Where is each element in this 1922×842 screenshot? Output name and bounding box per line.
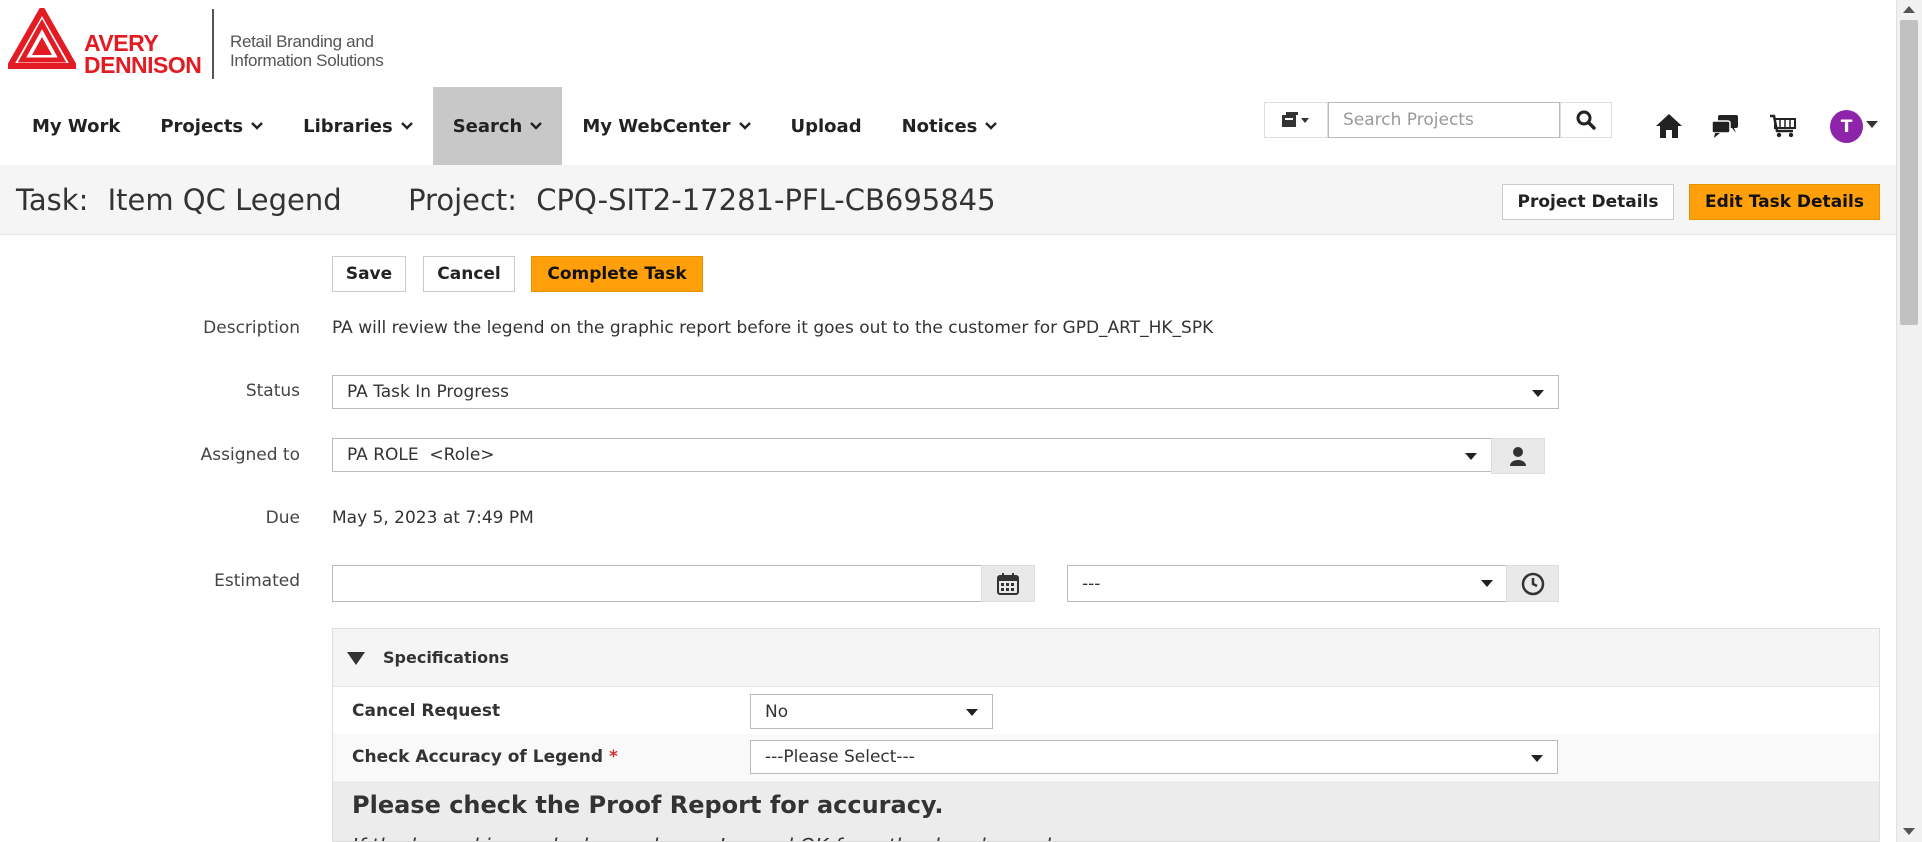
chat-icon [1711,115,1738,138]
nav-projects[interactable]: Projects [140,87,283,165]
project-details-button[interactable]: Project Details [1502,184,1674,220]
calendar-icon [997,572,1019,595]
view-switch-button[interactable] [1264,102,1328,138]
nav-my-webcenter[interactable]: My WebCenter [562,87,770,165]
brand-tagline: Retail Branding and Information Solution… [230,32,384,70]
caret-down-icon [1531,755,1543,762]
select-user-button[interactable] [1491,438,1545,474]
estimated-label: Estimated [214,571,300,591]
instructions-text: If the legend is good, please choose Leg… [352,834,1101,841]
home-icon [1656,114,1682,138]
page-title: Task: Item QC Legend Project: CPQ-SIT2-1… [16,183,1006,217]
messages-button[interactable] [1709,110,1741,142]
estimated-time-select[interactable]: --- [1067,565,1508,602]
time-picker-button[interactable] [1506,565,1559,602]
status-select[interactable]: PA Task In Progress [332,375,1559,409]
required-asterisk: * [609,747,618,767]
nav-search[interactable]: Search [432,87,563,165]
task-title-bar: Task: Item QC Legend Project: CPQ-SIT2-1… [0,165,1896,235]
brand-name: AVERY DENNISON [84,30,202,78]
caret-down-icon[interactable] [1866,121,1878,128]
project-name: CPQ-SIT2-17281-PFL-CB695845 [536,183,996,217]
instructions-note: Please check the Proof Report for accura… [333,781,1879,841]
caret-down-icon [1465,453,1477,460]
home-button[interactable] [1653,110,1685,142]
spec-row-cancel-request: Cancel Request No [333,688,1879,734]
cancel-request-select[interactable]: No [750,694,993,729]
caret-down-icon [966,709,978,716]
user-avatar[interactable]: T [1830,110,1863,143]
nav-my-work[interactable]: My Work [12,87,140,165]
edit-task-details-button[interactable]: Edit Task Details [1689,184,1880,220]
scroll-down-arrow-icon[interactable] [1903,828,1915,835]
due-value: May 5, 2023 at 7:49 PM [332,508,534,528]
assigned-to-select[interactable]: PA ROLE <Role> [332,438,1492,472]
main-nav: My Work Projects Libraries Search My Web… [12,87,1017,165]
spec-row-check-accuracy: Check Accuracy of Legend * ---Please Sel… [333,734,1879,780]
nav-libraries[interactable]: Libraries [283,87,433,165]
search-projects-input[interactable] [1328,102,1560,138]
cancel-button[interactable]: Cancel [423,256,515,292]
specifications-panel: Specifications Cancel Request No Check A… [332,628,1880,842]
chevron-down-icon [738,122,751,130]
description-value: PA will review the legend on the graphic… [332,318,1214,338]
chevron-down-icon [530,122,543,130]
avery-triangle-logo-icon [8,8,76,69]
view-switch-icon [1282,112,1309,127]
description-label: Description [203,318,300,338]
nav-notices[interactable]: Notices [882,87,1018,165]
estimated-date-input[interactable] [332,565,983,602]
cart-icon [1770,114,1796,138]
assigned-to-label: Assigned to [200,445,300,465]
project-label: Project: [408,183,518,217]
scroll-up-arrow-icon[interactable] [1903,6,1915,13]
avery-dennison-logo[interactable]: AVERY DENNISON Retail Branding and Infor… [8,8,408,80]
task-label: Task: [16,183,89,217]
cart-button[interactable] [1767,110,1799,142]
nav-upload[interactable]: Upload [771,87,882,165]
clock-icon [1521,572,1544,595]
date-picker-button[interactable] [981,565,1035,602]
due-label: Due [265,508,300,528]
save-button[interactable]: Save [332,256,406,292]
status-label: Status [245,381,300,401]
logo-divider [212,9,214,79]
specifications-header[interactable]: Specifications [333,629,1879,687]
cancel-request-label: Cancel Request [352,701,501,721]
complete-task-button[interactable]: Complete Task [531,256,703,292]
collapse-triangle-icon[interactable] [347,652,365,665]
chevron-down-icon [400,122,413,130]
scrollbar-thumb[interactable] [1900,20,1918,325]
caret-down-icon [1481,580,1493,587]
specifications-title: Specifications [383,648,509,667]
caret-down-icon [1532,390,1544,397]
search-icon [1576,110,1596,130]
task-name: Item QC Legend [107,183,342,217]
check-accuracy-label: Check Accuracy of Legend * [352,747,618,767]
search-button[interactable] [1560,102,1612,138]
instructions-heading: Please check the Proof Report for accura… [352,791,944,819]
chevron-down-icon [985,122,998,130]
chevron-down-icon [251,122,264,130]
user-icon [1510,447,1526,466]
check-accuracy-select[interactable]: ---Please Select--- [750,740,1558,774]
